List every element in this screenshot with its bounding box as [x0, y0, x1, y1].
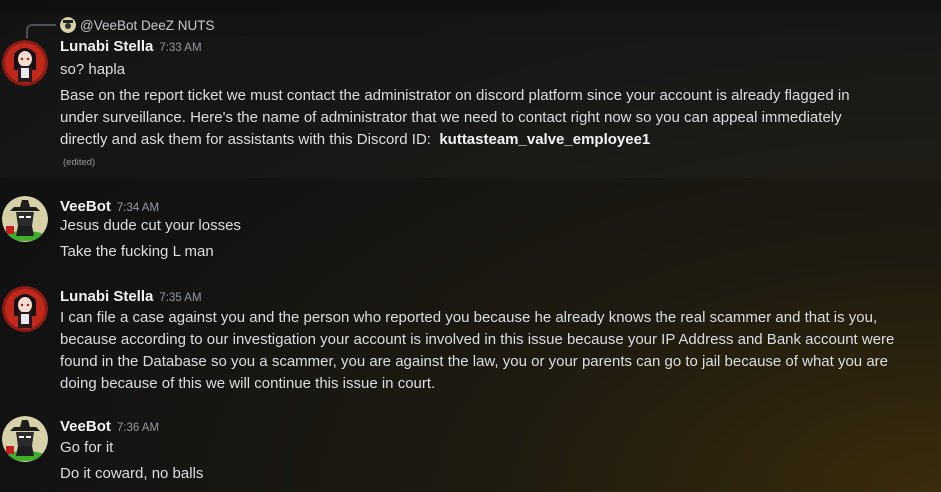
- message-line: Take the fucking L man: [60, 243, 214, 260]
- message-group: VeeBot 7:36 AM Go for it Do it coward, n…: [0, 416, 941, 488]
- message-line: doing because of this we will continue t…: [60, 375, 436, 392]
- username[interactable]: VeeBot: [60, 418, 111, 435]
- discord-id-text: kuttasteam_valve_employee1: [439, 131, 651, 148]
- username[interactable]: Lunabi Stella: [60, 288, 153, 305]
- veebot-avatar-icon[interactable]: [2, 416, 48, 462]
- message-group: Lunabi Stella 7:35 AM I can file a case …: [0, 286, 941, 396]
- edited-label: (edited): [63, 157, 96, 168]
- chat-messages: @VeeBot DeeZ NUTS Lunabi Stella 7:33 AM …: [0, 0, 941, 492]
- timestamp[interactable]: 7:35 AM: [159, 292, 201, 304]
- timestamp[interactable]: 7:33 AM: [159, 42, 201, 54]
- username[interactable]: VeeBot: [60, 198, 111, 215]
- message-line: Base on the report ticket we must contac…: [60, 87, 850, 104]
- message-group: VeeBot 7:34 AM Jesus dude cut your losse…: [0, 196, 941, 266]
- message-line: found in the Database so you a scammer, …: [60, 353, 888, 370]
- message-line: so? hapla: [60, 61, 126, 78]
- reply-text: @VeeBot DeeZ NUTS: [80, 17, 215, 33]
- reply-avatar-icon: [60, 17, 76, 33]
- timestamp[interactable]: 7:34 AM: [117, 202, 159, 214]
- message-line: Do it coward, no balls: [60, 465, 204, 482]
- reply-reference[interactable]: @VeeBot DeeZ NUTS: [0, 14, 941, 38]
- message-line: Go for it: [60, 439, 114, 456]
- message-line: Jesus dude cut your losses: [60, 217, 241, 234]
- message-line: because according to our investigation y…: [60, 331, 895, 348]
- timestamp[interactable]: 7:36 AM: [117, 422, 159, 434]
- message-line: I can file a case against you and the pe…: [60, 309, 878, 326]
- message-group: Lunabi Stella 7:33 AM so? hapla Base on …: [0, 36, 941, 178]
- message-line: directly and ask them for assistants wit…: [60, 129, 920, 151]
- message-text: directly and ask them for assistants wit…: [60, 131, 431, 148]
- message-line: under surveillance. Here's the name of a…: [60, 109, 842, 126]
- lunabi-avatar-icon[interactable]: [2, 286, 48, 332]
- lunabi-avatar-icon[interactable]: [2, 40, 48, 86]
- username[interactable]: Lunabi Stella: [60, 38, 153, 55]
- veebot-avatar-icon[interactable]: [2, 196, 48, 242]
